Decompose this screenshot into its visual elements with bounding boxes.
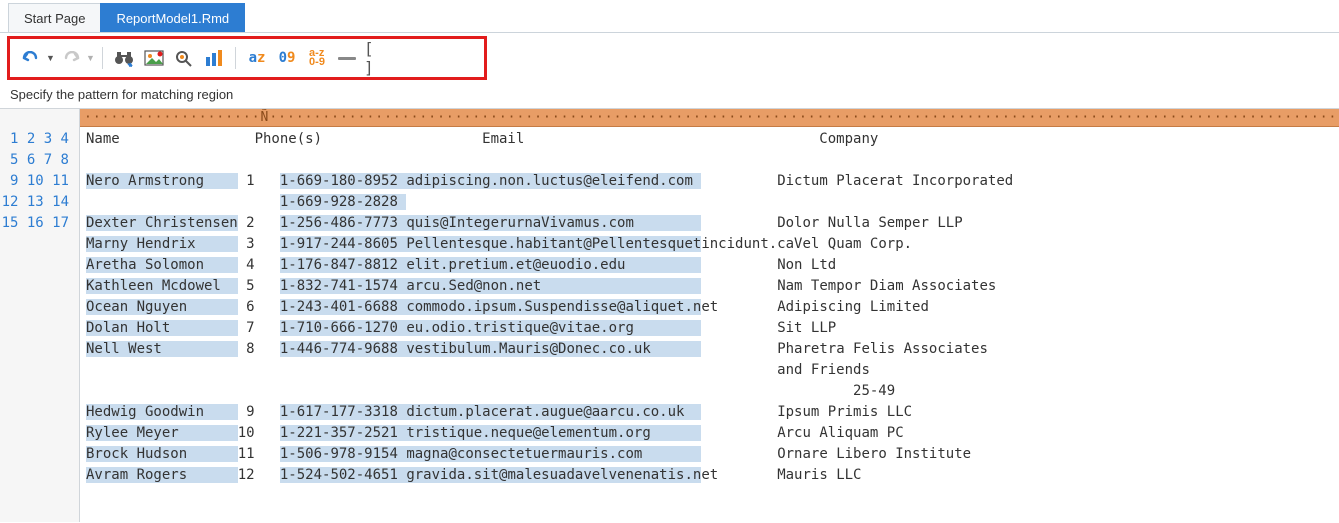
code-area[interactable]: Name Phone(s) Email Company Nero Armstro… (80, 127, 1339, 522)
o9-icon: 09 (279, 50, 296, 66)
redo-dropdown[interactable]: ▼ (86, 53, 94, 63)
ruler-dots: ····················Ñ···················… (80, 109, 1339, 126)
ruler[interactable]: ····················Ñ···················… (80, 109, 1339, 127)
blank-pattern-button[interactable] (334, 45, 360, 71)
redo-button[interactable] (58, 45, 84, 71)
find-replace-button[interactable] (111, 45, 137, 71)
tab-strip: Start Page ReportModel1.Rmd (0, 0, 1339, 32)
toolbar: ▼ ▼ az 09 a-z 0-9 [ ] (0, 33, 1339, 83)
az-icon: az (249, 50, 266, 66)
toolbar-area: ▼ ▼ az 09 a-z 0-9 [ ] (0, 33, 1339, 83)
editor: 1 2 3 4 5 6 7 8 9 10 11 12 13 14 15 16 1… (0, 127, 1339, 522)
image-field-button[interactable] (141, 45, 167, 71)
binoculars-icon (114, 49, 134, 67)
zoom-field-button[interactable] (171, 45, 197, 71)
alpha-pattern-button[interactable]: az (244, 45, 270, 71)
ruler-row: ····················Ñ···················… (0, 109, 1339, 127)
undo-dropdown[interactable]: ▼ (46, 53, 54, 63)
image-field-icon (144, 50, 164, 66)
separator (235, 47, 236, 69)
bracket-icon: [ ] (364, 39, 390, 77)
undo-icon (22, 51, 40, 65)
bars-field-button[interactable] (201, 45, 227, 71)
numeric-pattern-button[interactable]: 09 (274, 45, 300, 71)
tab-start-page[interactable]: Start Page (8, 3, 101, 32)
gutter-corner (0, 109, 80, 127)
bars-icon (205, 49, 223, 67)
range-icon: a-z 0-9 (309, 49, 325, 67)
magnify-icon (174, 49, 194, 67)
line-gutter: 1 2 3 4 5 6 7 8 9 10 11 12 13 14 15 16 1… (0, 127, 80, 522)
blank-icon (338, 57, 356, 60)
tab-report-model[interactable]: ReportModel1.Rmd (100, 3, 245, 32)
hint-bar: Specify the pattern for matching region (0, 83, 1339, 109)
range-pattern-button[interactable]: a-z 0-9 (304, 45, 330, 71)
redo-icon (62, 51, 80, 65)
undo-button[interactable] (18, 45, 44, 71)
bracket-pattern-button[interactable]: [ ] (364, 45, 390, 71)
separator (102, 47, 103, 69)
